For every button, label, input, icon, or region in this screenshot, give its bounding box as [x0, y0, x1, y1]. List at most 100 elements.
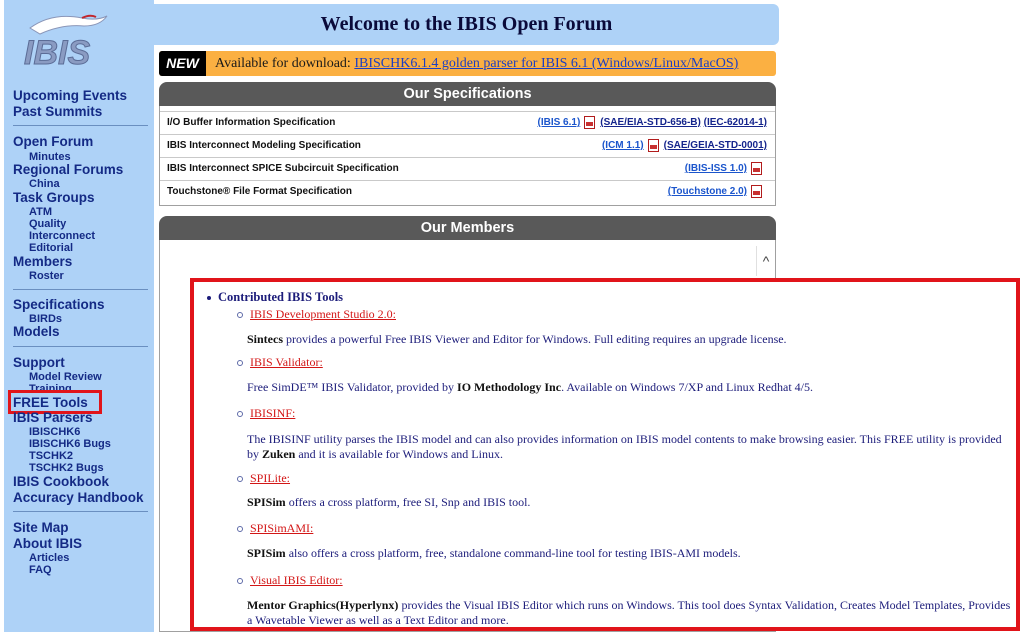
- table-row: IBIS Interconnect SPICE Subcircuit Speci…: [160, 157, 775, 181]
- spec-links: (Touchstone 2.0): [668, 185, 767, 198]
- pdf-icon[interactable]: [584, 116, 596, 129]
- ibis-6-1-link[interactable]: (IBIS 6.1): [537, 117, 580, 128]
- svg-text:IBIS: IBIS: [24, 34, 90, 72]
- bullet-icon: [207, 296, 211, 301]
- page-header: Welcome to the IBIS Open Forum: [154, 4, 779, 45]
- pdf-icon[interactable]: [647, 139, 659, 152]
- vendor-name: IO Methodology Inc: [457, 380, 562, 394]
- tool-description: SPISim offers a cross platform, free SI,…: [247, 495, 1012, 510]
- nav-support[interactable]: Support: [13, 355, 65, 370]
- nav-tschk2-bugs[interactable]: TSCHK2 Bugs: [29, 462, 104, 474]
- nav-divider: [13, 125, 148, 126]
- vendor-name: SPISim: [247, 495, 286, 509]
- table-row: I/O Buffer Information Specification (IB…: [160, 111, 775, 135]
- nav-articles[interactable]: Articles: [29, 552, 69, 564]
- pdf-icon[interactable]: [751, 162, 762, 175]
- spec-name: IBIS Interconnect Modeling Specification: [167, 140, 361, 151]
- nav-upcoming-events[interactable]: Upcoming Events: [13, 88, 127, 103]
- nav-ibis-parsers[interactable]: IBIS Parsers: [13, 410, 93, 422]
- banner-text: Available for download: IBISCHK6.1.4 gol…: [215, 51, 738, 76]
- download-banner: NEW Available for download: IBISCHK6.1.4…: [159, 51, 776, 76]
- bullet-icon: [237, 578, 243, 585]
- spec-name: Touchstone® File Format Specification: [167, 186, 352, 197]
- nav-specifications[interactable]: Specifications: [13, 297, 105, 312]
- nav-divider: [13, 289, 148, 290]
- spec-name: IBIS Interconnect SPICE Subcircuit Speci…: [167, 163, 399, 174]
- list-item: Visual IBIS Editor:: [237, 573, 343, 588]
- nav-open-forum[interactable]: Open Forum: [13, 134, 93, 149]
- list-item: IBIS Development Studio 2.0:: [237, 307, 396, 322]
- nav-regional-forums[interactable]: Regional Forums: [13, 162, 123, 177]
- nav-past-summits[interactable]: Past Summits: [13, 104, 102, 119]
- nav-tschk2[interactable]: TSCHK2: [29, 450, 73, 462]
- iec-link[interactable]: (IEC-62014-1): [704, 117, 767, 128]
- spilite-link[interactable]: SPILite:: [250, 471, 290, 485]
- nav-china[interactable]: China: [29, 178, 60, 190]
- ibis-logo[interactable]: IBIS: [12, 8, 122, 74]
- list-item: SPISimAMI:: [237, 521, 313, 536]
- tool-description: SPISim also offers a cross platform, fre…: [247, 546, 1012, 561]
- contributed-tools-heading: Contributed IBIS Tools: [207, 290, 343, 305]
- specifications-table: I/O Buffer Information Specification (IB…: [159, 106, 776, 206]
- nav-about-ibis[interactable]: About IBIS: [13, 536, 82, 551]
- tool-description: Sintecs provides a powerful Free IBIS Vi…: [247, 332, 1012, 347]
- vendor-name: SPISim: [247, 546, 286, 560]
- nav-site-map[interactable]: Site Map: [13, 520, 69, 535]
- ibis-iss-link[interactable]: (IBIS-ISS 1.0): [685, 163, 747, 174]
- ibischk-download-link[interactable]: IBISCHK6.1.4 golden parser for IBIS 6.1 …: [354, 56, 738, 71]
- nav-ibis-cookbook[interactable]: IBIS Cookbook: [13, 474, 109, 489]
- vendor-name: Sintecs: [247, 332, 283, 346]
- nav-atm[interactable]: ATM: [29, 206, 52, 218]
- free-tools-callout: Contributed IBIS Tools IBIS Development …: [190, 278, 1020, 631]
- tools-heading-text: Contributed IBIS Tools: [218, 290, 344, 304]
- banner-label: Available for download:: [215, 56, 351, 71]
- description-text: . Available on Windows 7/XP and Linux Re…: [561, 380, 813, 394]
- ibis-development-studio-link[interactable]: IBIS Development Studio 2.0:: [250, 307, 396, 321]
- nav-accuracy-handbook[interactable]: Accuracy Handbook: [13, 490, 144, 505]
- pdf-icon[interactable]: [751, 185, 762, 198]
- tool-description: Free SimDE™ IBIS Validator, provided by …: [247, 380, 1012, 395]
- bullet-icon: [237, 312, 243, 319]
- ibisinf-link[interactable]: IBISINF:: [250, 406, 295, 420]
- list-item: IBIS Validator:: [237, 355, 323, 370]
- nav-roster[interactable]: Roster: [29, 270, 64, 282]
- description-text: provides a powerful Free IBIS Viewer and…: [283, 332, 787, 346]
- bullet-icon: [237, 526, 243, 533]
- tool-description: Mentor Graphics(Hyperlynx) provides the …: [247, 598, 1012, 628]
- new-badge: NEW: [159, 51, 206, 76]
- nav-divider: [13, 511, 148, 512]
- nav-task-groups[interactable]: Task Groups: [13, 190, 95, 205]
- nav-editorial[interactable]: Editorial: [29, 242, 73, 254]
- scroll-up-arrow-icon[interactable]: ^: [756, 246, 775, 276]
- table-row: IBIS Interconnect Modeling Specification…: [160, 134, 775, 158]
- nav-interconnect[interactable]: Interconnect: [29, 230, 95, 242]
- nav-training[interactable]: Training: [29, 383, 72, 390]
- tool-description: The IBISINF utility parses the IBIS mode…: [247, 432, 1012, 462]
- nav-faq[interactable]: FAQ: [29, 564, 52, 576]
- vendor-name: Zuken: [262, 447, 296, 461]
- spec-links: (IBIS 6.1) (SAE/EIA-STD-656-B) (IEC-6201…: [537, 116, 767, 129]
- spisimami-link[interactable]: SPISimAMI:: [250, 521, 313, 535]
- spec-links: (ICM 1.1) (SAE/GEIA-STD-0001): [602, 139, 767, 152]
- ibis-validator-link[interactable]: IBIS Validator:: [250, 355, 323, 369]
- nav-models[interactable]: Models: [13, 324, 60, 339]
- spec-name: I/O Buffer Information Specification: [167, 117, 336, 128]
- members-heading: Our Members: [159, 216, 776, 240]
- description-text: also offers a cross platform, free, stan…: [285, 546, 741, 560]
- nav-quality[interactable]: Quality: [29, 218, 66, 230]
- spec-links: (IBIS-ISS 1.0): [685, 162, 767, 175]
- table-row: Touchstone® File Format Specification (T…: [160, 180, 775, 204]
- nav-members[interactable]: Members: [13, 254, 72, 269]
- visual-ibis-editor-link[interactable]: Visual IBIS Editor:: [250, 573, 343, 587]
- bullet-icon: [237, 476, 243, 483]
- icm-link[interactable]: (ICM 1.1): [602, 140, 644, 151]
- nav-ibischk6[interactable]: IBISCHK6: [29, 426, 80, 438]
- list-item: IBISINF:: [237, 406, 295, 421]
- touchstone-link[interactable]: (Touchstone 2.0): [668, 186, 747, 197]
- nav-model-review[interactable]: Model Review: [29, 371, 102, 383]
- nav-ibischk6-bugs[interactable]: IBISCHK6 Bugs: [29, 438, 111, 450]
- sae-geia-link[interactable]: (SAE/GEIA-STD-0001): [664, 140, 767, 151]
- sae-eia-link[interactable]: (SAE/EIA-STD-656-B): [600, 117, 701, 128]
- page-title: Welcome to the IBIS Open Forum: [320, 13, 613, 35]
- sidebar: IBIS Upcoming Events Past Summits Open F…: [4, 0, 154, 632]
